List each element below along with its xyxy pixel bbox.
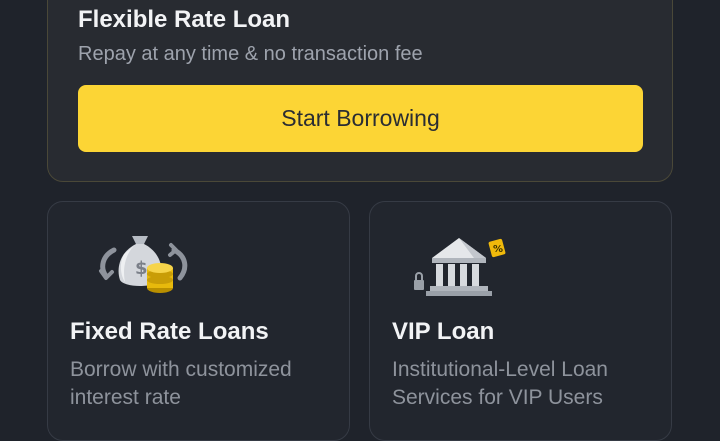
fixed-rate-loans-title: Fixed Rate Loans (70, 318, 269, 345)
start-borrowing-button[interactable]: Start Borrowing (78, 85, 643, 152)
money-bag-coins-icon: $ (92, 228, 192, 298)
flexible-rate-loan-subtitle: Repay at any time & no transaction fee (78, 43, 423, 65)
svg-text:%: % (493, 244, 503, 255)
svg-text:$: $ (135, 258, 148, 279)
fixed-rate-loans-card[interactable]: $ Fixed Rate Loans Borrow with customize… (47, 201, 350, 441)
flexible-rate-loan-title: Flexible Rate Loan (78, 6, 291, 33)
bank-building-icon: % (414, 228, 514, 298)
vip-loan-title: VIP Loan (392, 318, 495, 345)
flexible-rate-loan-card: Flexible Rate Loan Repay at any time & n… (47, 0, 673, 182)
vip-loan-card[interactable]: % VIP Loan Institutional-Level Loan Serv… (369, 201, 672, 441)
